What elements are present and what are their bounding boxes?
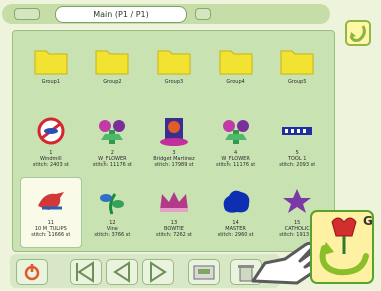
folder-item-3[interactable]: Group3: [144, 37, 204, 106]
folder-icon: [219, 50, 253, 75]
return-button[interactable]: [345, 20, 371, 46]
folder-item-1[interactable]: Group1: [21, 37, 81, 106]
star-design-icon: [283, 189, 312, 214]
folder-label: Group3: [164, 79, 184, 85]
folder-item-5[interactable]: Group5: [267, 37, 327, 106]
folder-item-2[interactable]: Group2: [83, 37, 143, 106]
folder-icon: [157, 50, 191, 75]
power-icon: [24, 264, 40, 281]
forward-tab-button[interactable]: [195, 8, 211, 20]
prev-page-button[interactable]: [106, 259, 138, 285]
page-title: Main (P1 / P1): [55, 6, 187, 23]
return-arrow-icon: [349, 25, 366, 42]
machine-icon: [193, 265, 215, 280]
design-label: 3 Bridget Martinez stitch: 17989 st: [153, 149, 195, 168]
design-label: 11 10 M_TULIPS stitch: 11666 st: [31, 220, 71, 239]
text-design-icon: [282, 126, 313, 135]
floral-design-icon: [99, 119, 126, 144]
folder-label: Group5: [287, 79, 307, 85]
g-button-label: G: [363, 214, 373, 228]
folder-icon: [280, 50, 314, 75]
design-grid: Group1 Group2 Group3 Group4 Group5 1 Win…: [20, 37, 327, 248]
power-button[interactable]: [16, 259, 48, 285]
no-sign-design-icon: [37, 117, 65, 145]
bird-design-icon: [37, 192, 64, 211]
folder-icon: [95, 50, 129, 75]
design-label: 5 TOOL 1 stitch: 2093 st: [279, 149, 316, 168]
plant-design-icon: [100, 193, 125, 215]
design-item-7[interactable]: 12 Vine stitch: 3766 st: [83, 178, 143, 247]
floral-design-icon: [222, 119, 249, 144]
folder-label: Group1: [41, 79, 60, 85]
design-item-2[interactable]: 2 W_FLOWER stitch: 11176 st: [83, 108, 143, 177]
folder-icon: [34, 50, 68, 75]
design-label: 2 W_FLOWER stitch: 11176 st: [92, 149, 132, 168]
blob-design-icon: [223, 190, 249, 213]
design-item-8[interactable]: 13 BOWTIE stitch: 7262 st: [144, 178, 204, 247]
design-panel: Group1 Group2 Group3 Group4 Group5 1 Win…: [12, 30, 335, 252]
next-page-icon: [150, 261, 167, 283]
design-label: 1 Windmill stitch: 2403 st: [32, 149, 69, 168]
folder-label: Group2: [103, 79, 122, 85]
design-label: 4 W_FLOWER stitch: 11176 st: [216, 149, 256, 168]
next-page-button[interactable]: [142, 259, 174, 285]
first-page-button[interactable]: [70, 259, 102, 285]
design-item-3[interactable]: 3 Bridget Martinez stitch: 17989 st: [144, 108, 204, 177]
design-item-6-selected[interactable]: 11 10 M_TULIPS stitch: 11666 st: [20, 177, 82, 248]
design-item-5[interactable]: 5 TOOL 1 stitch: 2093 st: [267, 108, 327, 177]
design-item-4[interactable]: 4 W_FLOWER stitch: 11176 st: [206, 108, 266, 177]
folder-item-4[interactable]: Group4: [206, 37, 266, 106]
back-tab-button[interactable]: [14, 8, 40, 20]
portrait-design-icon: [159, 117, 188, 146]
machine-button[interactable]: [188, 259, 220, 285]
crown-design-icon: [159, 192, 188, 213]
design-item-1[interactable]: 1 Windmill stitch: 2403 st: [21, 108, 81, 177]
first-page-icon: [76, 261, 94, 283]
prev-page-icon: [113, 261, 130, 283]
design-label: 13 BOWTIE stitch: 7262 st: [155, 220, 192, 239]
design-label: 12 Vine stitch: 3766 st: [94, 220, 131, 239]
folder-label: Group4: [226, 79, 245, 85]
